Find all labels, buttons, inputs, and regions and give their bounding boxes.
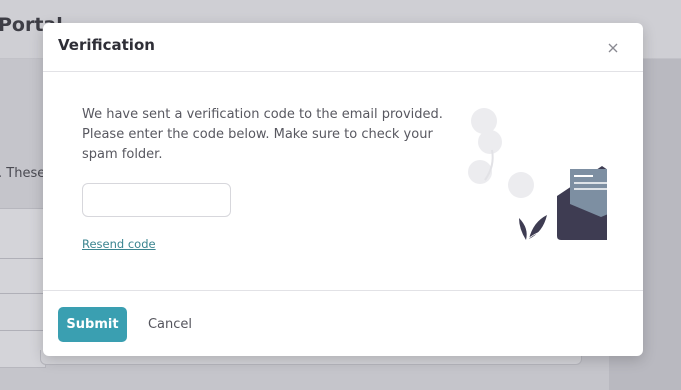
modal-header: Verification [43, 23, 643, 72]
background-table [0, 208, 46, 368]
modal-body: We have sent a verification code to the … [43, 72, 647, 290]
submit-button[interactable]: Submit [58, 307, 127, 342]
close-icon[interactable] [606, 40, 620, 54]
background-table-row [0, 330, 45, 331]
background-table-row [0, 258, 45, 259]
envelope-check-illustration [467, 104, 647, 244]
verification-modal: Verification We have sent a verification… [43, 23, 647, 357]
background-table-row [0, 293, 45, 294]
resend-code-link[interactable]: Resend code [82, 237, 156, 251]
verification-code-input[interactable] [82, 183, 231, 217]
verification-message: We have sent a verification code to the … [82, 107, 443, 162]
modal-footer: Submit Cancel [43, 290, 643, 357]
background-text: . These [0, 166, 46, 181]
modal-title: Verification [58, 36, 155, 54]
cancel-button[interactable]: Cancel [137, 307, 203, 342]
